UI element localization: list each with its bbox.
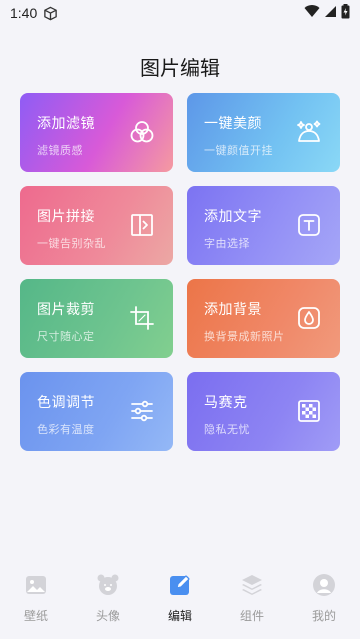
page-title: 图片编辑 (140, 56, 220, 80)
tab-avatar[interactable]: 头像 (78, 572, 138, 624)
tone-adjust-card[interactable]: 色调调节 色彩有温度 (20, 372, 173, 451)
wifi-icon (304, 4, 320, 22)
add-filter-card[interactable]: 添加滤镜 滤镜质感 (20, 93, 173, 172)
tab-label: 组件 (239, 609, 264, 623)
bottom-tab-bar: 壁纸 头像 编辑 组件 我的 (0, 562, 360, 639)
add-text-card[interactable]: 添加文字 字由选择 (187, 186, 340, 265)
signal-icon (324, 5, 337, 22)
tab-label: 编辑 (167, 609, 192, 623)
image-icon (23, 572, 49, 598)
status-time: 1:40 (10, 5, 38, 21)
add-background-card[interactable]: 添加背景 换背景成新照片 (187, 279, 340, 358)
user-icon (311, 572, 337, 598)
battery-icon (341, 3, 350, 23)
tab-mine[interactable]: 我的 (294, 572, 354, 624)
tab-label: 我的 (311, 609, 336, 623)
face-sparkle-icon (296, 119, 322, 145)
tab-wallpaper[interactable]: 壁纸 (6, 572, 66, 624)
tab-edit[interactable]: 编辑 (150, 572, 210, 624)
three-circles-icon (129, 119, 155, 145)
crop-card[interactable]: 图片裁剪 尺寸随心定 (20, 279, 173, 358)
feature-grid: 添加滤镜 滤镜质感 一键美颜 一键颜值开挂 图片拼接 一键告别杂乱 添加文字 字… (20, 93, 340, 451)
tab-label: 头像 (95, 609, 120, 623)
drop-icon (296, 305, 322, 331)
mosaic-icon (296, 398, 322, 424)
bear-icon (95, 572, 121, 598)
mosaic-card[interactable]: 马赛克 隐私无忧 (187, 372, 340, 451)
collage-icon (129, 212, 155, 238)
crop-icon (129, 305, 155, 331)
layers-icon (239, 572, 265, 598)
text-box-icon (296, 212, 322, 238)
edit-icon (167, 572, 193, 598)
beautify-card[interactable]: 一键美颜 一键颜值开挂 (187, 93, 340, 172)
cube-icon (43, 6, 58, 21)
tab-label: 壁纸 (23, 609, 48, 623)
tab-widgets[interactable]: 组件 (222, 572, 282, 624)
status-bar: 1:40 (0, 0, 360, 26)
sliders-icon (129, 398, 155, 424)
collage-card[interactable]: 图片拼接 一键告别杂乱 (20, 186, 173, 265)
